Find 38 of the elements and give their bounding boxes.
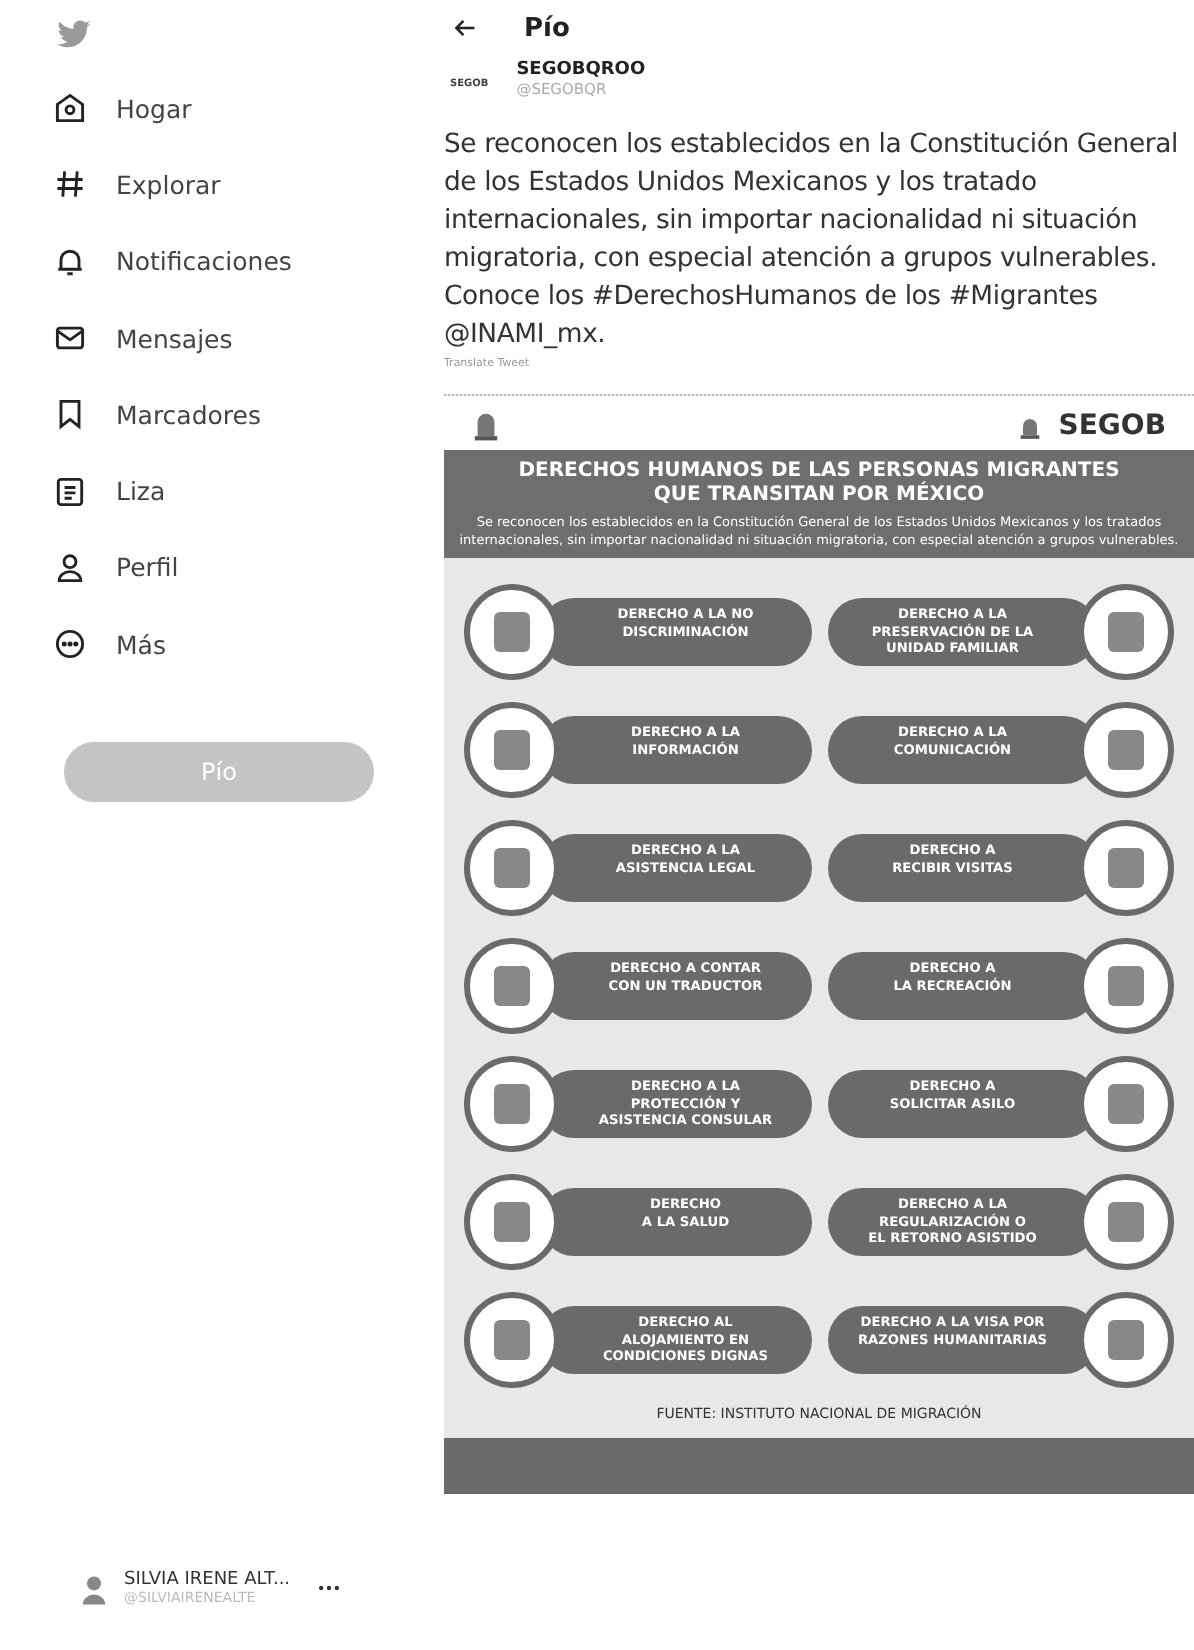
- page-title: Pío: [524, 13, 570, 43]
- right-illustration-icon: [464, 820, 560, 916]
- segob-logo-text: SEGOB: [1058, 409, 1166, 441]
- right-illustration-icon: [464, 1292, 560, 1388]
- bird-logo-icon[interactable]: [56, 20, 92, 50]
- nav-item[interactable]: Notificaciones: [44, 223, 400, 300]
- right-illustration-icon: [1078, 820, 1174, 916]
- list-icon: [52, 473, 88, 510]
- right-illustration-icon: [464, 584, 560, 680]
- nav-item[interactable]: Hogar: [44, 70, 400, 147]
- right-illustration-icon: [1078, 1174, 1174, 1270]
- emblem-icon: [472, 408, 500, 442]
- nav-item[interactable]: Liza: [44, 452, 400, 530]
- more-icon: [52, 626, 88, 663]
- person-icon: [52, 549, 88, 586]
- hashtag-icon: [52, 166, 88, 203]
- right-illustration-icon: [1078, 938, 1174, 1034]
- nav-item[interactable]: Perfil: [44, 529, 400, 607]
- author-name[interactable]: SEGOBQROO: [516, 60, 646, 80]
- right-illustration-icon: [1078, 584, 1174, 680]
- tweet-text: Se reconocen los establecidos en la Constitución General de los Estados Unidos Mexicanos y los tratado internacionales, sin importar nacionalidad ni situación migratoria, con especial atención a grupos vulnerables. Conoce los #DerechosHumanos de los #Migrantes @INAMI_mx.: [444, 128, 1180, 354]
- right-illustration-icon: [464, 938, 560, 1034]
- more-dots-icon[interactable]: [318, 1584, 341, 1592]
- nav-item[interactable]: Explorar: [44, 146, 400, 224]
- right-illustration-icon: [1078, 1292, 1174, 1388]
- home-icon: [52, 90, 88, 127]
- right-illustration-icon: [464, 1056, 560, 1152]
- right-illustration-icon: [1078, 1056, 1174, 1152]
- avatar-silhouette-icon: [80, 1571, 108, 1605]
- back-arrow-icon[interactable]: [454, 18, 476, 38]
- account-name: SILVIA IRENE ALT...: [124, 1570, 291, 1590]
- nav-item[interactable]: Mensajes: [44, 299, 400, 377]
- right-illustration-icon: [464, 1174, 560, 1270]
- right-illustration-icon: [1078, 702, 1174, 798]
- right-illustration-icon: [464, 702, 560, 798]
- nav-item[interactable]: Marcadores: [44, 376, 400, 453]
- infographic-title: DERECHOS HUMANOS DE LAS PERSONAS MIGRANTES QUE TRANSITAN POR MÉXICO: [518, 460, 1120, 508]
- nav-item[interactable]: Más: [44, 606, 400, 683]
